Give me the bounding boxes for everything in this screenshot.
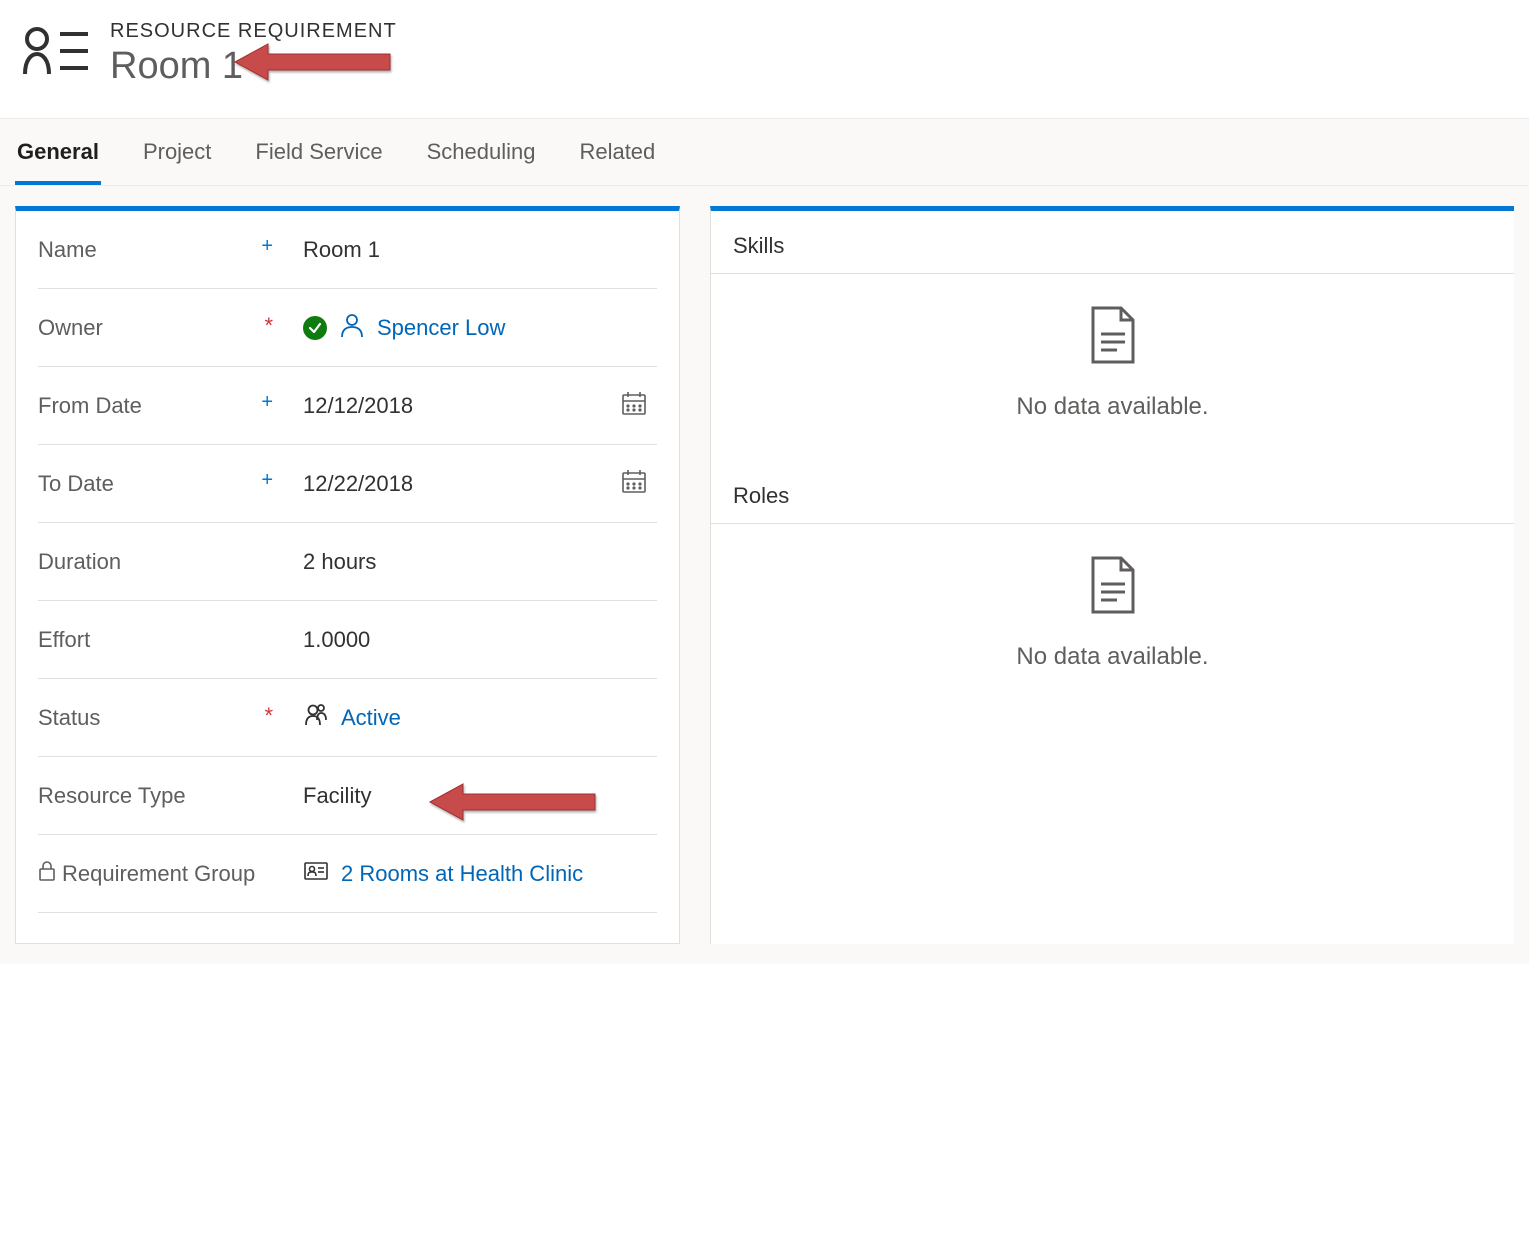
from-date-value: 12/12/2018 [303, 393, 413, 419]
status-value[interactable]: Active [341, 705, 401, 731]
page-title: Room 1 [110, 45, 397, 88]
tab-field-service[interactable]: Field Service [253, 129, 384, 185]
lock-icon [38, 860, 56, 888]
tab-bar: General Project Field Service Scheduling… [0, 118, 1529, 186]
skills-empty-text: No data available. [1016, 393, 1208, 421]
tab-related[interactable]: Related [577, 129, 657, 185]
entity-type-label: RESOURCE REQUIREMENT [110, 20, 397, 43]
field-requirement-group[interactable]: Requirement Group 2 Rooms at Health Clin… [38, 835, 657, 913]
status-label: Status [38, 705, 100, 731]
effort-label: Effort [38, 627, 90, 653]
requirement-group-label: Requirement Group [62, 861, 255, 887]
field-name[interactable]: Name + Room 1 [38, 211, 657, 289]
required-indicator-icon: * [264, 313, 273, 339]
field-from-date[interactable]: From Date + 12/12/2018 [38, 367, 657, 445]
field-effort[interactable]: Effort 1.0000 [38, 601, 657, 679]
field-to-date[interactable]: To Date + 12/22/2018 [38, 445, 657, 523]
calendar-icon[interactable] [621, 390, 647, 422]
document-icon [1087, 304, 1139, 371]
field-status[interactable]: Status * Active [38, 679, 657, 757]
roles-section-title: Roles [711, 461, 1514, 524]
tab-scheduling[interactable]: Scheduling [425, 129, 538, 185]
verified-icon [303, 316, 327, 340]
required-indicator-icon: * [264, 703, 273, 729]
page-header: RESOURCE REQUIREMENT Room 1 [0, 0, 1529, 118]
roles-empty-state: No data available. [711, 524, 1514, 711]
name-value: Room 1 [303, 237, 380, 263]
to-date-value: 12/22/2018 [303, 471, 413, 497]
resource-type-value: Facility [303, 783, 371, 809]
related-panel: Skills No data available. Roles [710, 206, 1514, 944]
id-card-icon [303, 858, 329, 890]
field-resource-type[interactable]: Resource Type Facility [38, 757, 657, 835]
roles-empty-text: No data available. [1016, 643, 1208, 671]
from-date-label: From Date [38, 393, 142, 419]
tab-project[interactable]: Project [141, 129, 213, 185]
resource-requirement-icon [20, 24, 90, 84]
recommended-indicator-icon: + [261, 469, 273, 492]
calendar-icon[interactable] [621, 468, 647, 500]
owner-value[interactable]: Spencer Low [377, 315, 505, 341]
field-owner[interactable]: Owner * Spencer Low [38, 289, 657, 367]
requirement-group-value[interactable]: 2 Rooms at Health Clinic [341, 861, 583, 887]
status-icon [303, 702, 329, 734]
skills-section-title: Skills [711, 211, 1514, 274]
general-panel: Name + Room 1 Owner * Spence [15, 206, 680, 944]
duration-value: 2 hours [303, 549, 376, 575]
person-icon [339, 312, 365, 344]
to-date-label: To Date [38, 471, 114, 497]
resource-type-label: Resource Type [38, 783, 186, 809]
document-icon [1087, 554, 1139, 621]
name-label: Name [38, 237, 97, 263]
duration-label: Duration [38, 549, 121, 575]
owner-label: Owner [38, 315, 103, 341]
effort-value: 1.0000 [303, 627, 370, 653]
field-duration[interactable]: Duration 2 hours [38, 523, 657, 601]
recommended-indicator-icon: + [261, 391, 273, 414]
tab-general[interactable]: General [15, 129, 101, 185]
recommended-indicator-icon: + [261, 235, 273, 258]
skills-empty-state: No data available. [711, 274, 1514, 461]
